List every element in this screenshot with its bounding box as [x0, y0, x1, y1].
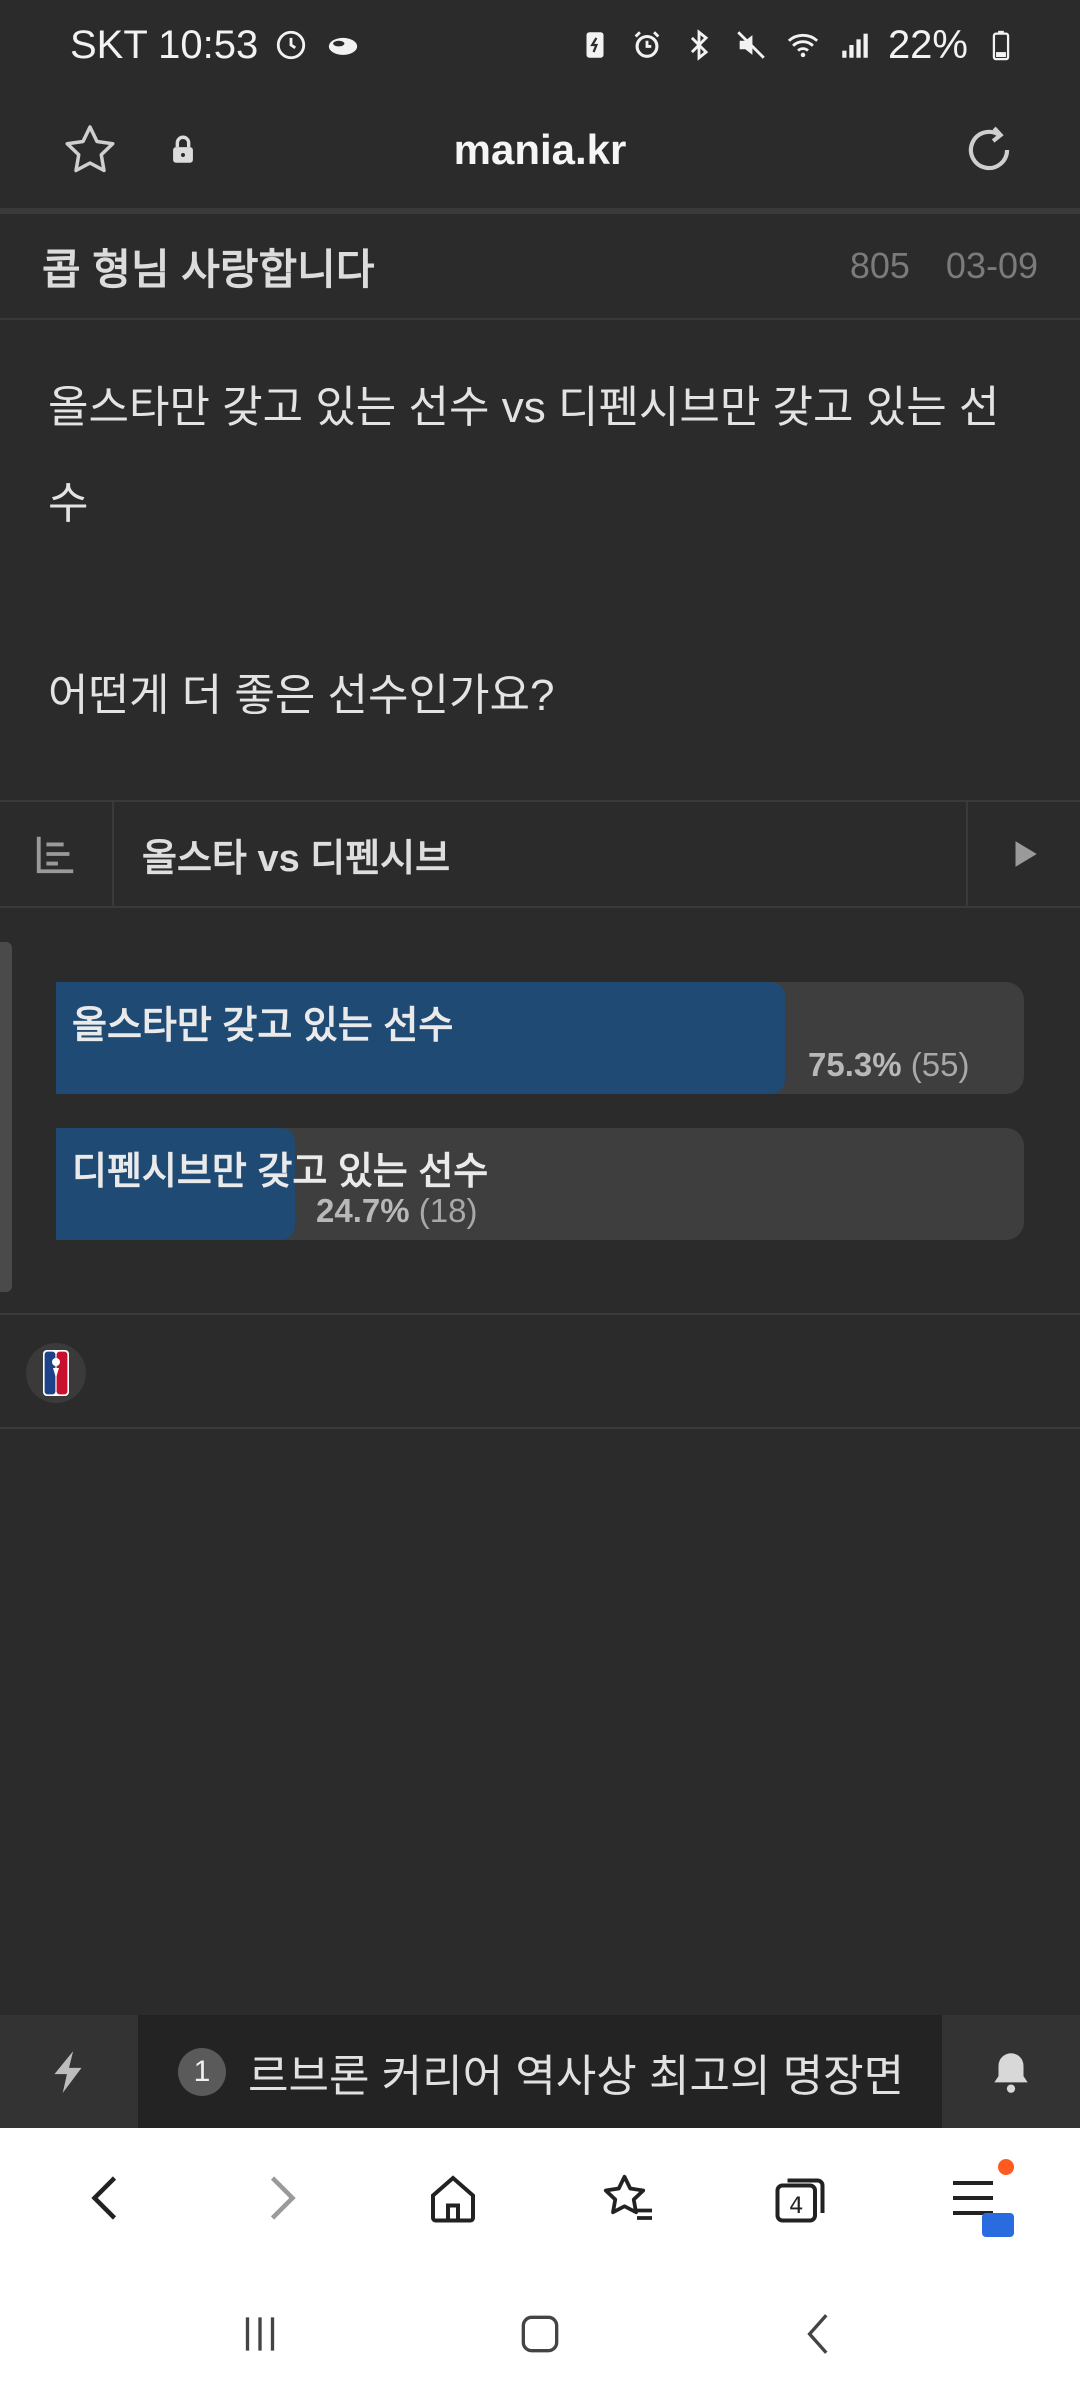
- news-ticker: 1 르브론 커리어 역사상 최고의 명장면: [0, 2015, 1080, 2128]
- reload-icon[interactable]: [958, 119, 1020, 181]
- notification-dot: [998, 2159, 1015, 2175]
- body-line: 수: [48, 479, 89, 528]
- poll-scrollbar[interactable]: [0, 942, 12, 1292]
- chevron-right-icon: [270, 2176, 296, 2220]
- poll-percent: 24.7%: [316, 1192, 410, 1229]
- post-body: 올스타만 갖고 있는 선수 vs 디펜시브만 갖고 있는 선 수 어떤게 더 좋…: [48, 360, 1038, 744]
- system-back-button[interactable]: [775, 2289, 865, 2379]
- ticker-rank-badge: 1: [178, 2047, 226, 2096]
- post-date: 03-09: [945, 245, 1038, 286]
- poll-area: 올스타만 갖고 있는 선수 75.3% (55) 디펜시브만 갖고 있는 선수 …: [0, 910, 1080, 1315]
- ticker-headline-link[interactable]: 1 르브론 커리어 역사상 최고의 명장면: [138, 2015, 942, 2128]
- post-title: 콥 형님 사랑합니다: [42, 245, 375, 293]
- wifi-icon: [784, 26, 822, 64]
- cloud-app-icon: [324, 26, 362, 64]
- body-line: 어떤게 더 좋은 선수인가요?: [48, 671, 555, 720]
- bluetooth-icon: [680, 26, 718, 64]
- poll-option-label: 디펜시브만 갖고 있는 선수: [72, 1151, 489, 1193]
- poll-option-stats: 24.7% (18): [316, 1192, 477, 1230]
- status-left: SKT 10:53: [70, 23, 362, 68]
- poll-icon-box: [0, 802, 114, 906]
- recents-icon: [245, 2317, 275, 2351]
- tabs-button[interactable]: 4: [755, 2153, 845, 2243]
- clock-icon: [272, 26, 310, 64]
- square-home-icon: [521, 2315, 559, 2353]
- ticker-headline: 르브론 커리어 역사상 최고의 명장면: [248, 2051, 905, 2101]
- status-bar: SKT 10:53 22%: [0, 0, 1080, 90]
- bookmark-list-icon: [603, 2174, 652, 2220]
- poll-option-stats: 75.3% (55): [808, 1046, 969, 1084]
- poll-count: (55): [910, 1046, 970, 1083]
- post-header: 콥 형님 사랑합니다 805 03-09: [0, 214, 1080, 320]
- carrier-time: SKT 10:53: [70, 22, 259, 67]
- recents-button[interactable]: [215, 2289, 305, 2379]
- browser-nav: 4: [0, 2128, 1080, 2268]
- play-icon: [1015, 841, 1037, 867]
- poll-header: 올스타 vs 디펜시브: [0, 800, 1080, 908]
- bookmark-star-icon[interactable]: [60, 120, 120, 180]
- battery-percent: 22%: [887, 22, 968, 67]
- alarm-icon: [628, 26, 666, 64]
- forward-button[interactable]: [235, 2153, 325, 2243]
- tab-count: 4: [789, 2193, 803, 2219]
- battery-saver-icon: [576, 26, 614, 64]
- bar-chart-icon: [36, 836, 74, 874]
- chevron-left-icon: [90, 2176, 116, 2220]
- back-button[interactable]: [62, 2153, 152, 2243]
- signal-icon: [836, 26, 874, 64]
- notification-button[interactable]: [942, 2015, 1080, 2128]
- poll-play-button[interactable]: [966, 802, 1080, 906]
- status-right: 22%: [576, 23, 1020, 68]
- home-button[interactable]: [408, 2153, 498, 2243]
- system-nav: [0, 2268, 1080, 2400]
- view-count: 805: [849, 245, 910, 286]
- poll-option-label: 올스타만 갖고 있는 선수: [72, 1005, 454, 1047]
- post-meta: 805 03-09: [850, 245, 1038, 287]
- menu-button[interactable]: [928, 2153, 1018, 2243]
- lightning-icon: [54, 2050, 82, 2093]
- back-arrow-icon: [807, 2314, 828, 2354]
- tabs-icon: 4: [775, 2178, 825, 2223]
- system-home-button[interactable]: [495, 2289, 585, 2379]
- url-domain[interactable]: mania.kr: [0, 126, 1080, 174]
- secure-folder-icon[interactable]: [982, 2213, 1015, 2237]
- bookmarks-button[interactable]: [582, 2153, 672, 2243]
- poll-percent: 75.3%: [808, 1046, 902, 1083]
- body-line: 올스타만 갖고 있는 선수 vs 디펜시브만 갖고 있는 선: [48, 383, 1000, 432]
- tag-row: [0, 1317, 1080, 1429]
- poll-title: 올스타 vs 디펜시브: [142, 837, 451, 880]
- nba-logo-icon[interactable]: [26, 1343, 86, 1403]
- poll-count: (18): [418, 1192, 478, 1229]
- bell-icon: [994, 2052, 1028, 2093]
- home-icon: [431, 2175, 476, 2223]
- ticker-bolt-button[interactable]: [0, 2015, 138, 2128]
- url-bar: mania.kr: [0, 90, 1080, 210]
- poll-option[interactable]: 디펜시브만 갖고 있는 선수 24.7% (18): [56, 1128, 1024, 1240]
- mute-icon: [732, 26, 770, 64]
- lock-icon[interactable]: [166, 133, 200, 167]
- poll-option[interactable]: 올스타만 갖고 있는 선수 75.3% (55): [56, 982, 1024, 1094]
- battery-icon: [982, 26, 1020, 64]
